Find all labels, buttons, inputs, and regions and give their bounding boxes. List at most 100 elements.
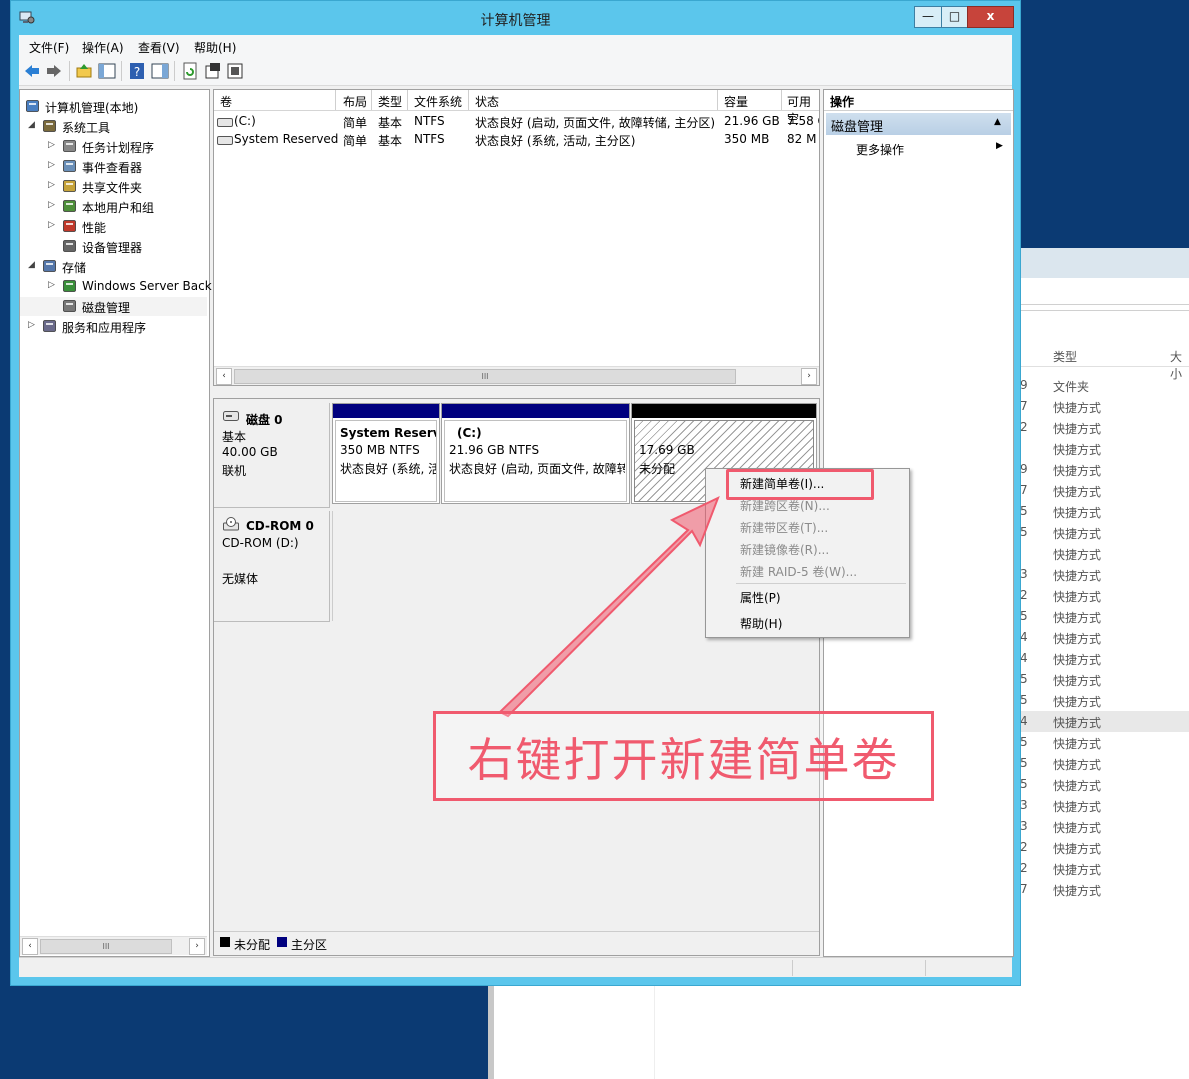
background-list-row[interactable]: 2 快捷方式 [1018, 837, 1189, 858]
tree-item[interactable]: 计算机管理(本地) [20, 97, 207, 116]
background-list-row[interactable]: 9 文件夹 [1018, 375, 1189, 396]
column-type[interactable]: 类型 [1053, 348, 1077, 365]
cdrom-header[interactable]: CD-ROM 0 CD-ROM (D:) 无媒体 [214, 511, 330, 622]
collapse-icon[interactable]: ◢ [28, 260, 37, 271]
background-column-header[interactable]: 类型 大小 [1018, 344, 1189, 381]
tree-item[interactable]: ▷ 性能 [20, 217, 207, 236]
console-tree-icon[interactable] [151, 62, 169, 80]
expand-icon[interactable]: ▷ [48, 280, 57, 291]
tree-item[interactable]: ▷ 任务计划程序 [20, 137, 207, 156]
properties-icon[interactable] [204, 62, 222, 80]
disk-settings-icon[interactable] [226, 62, 244, 80]
volume-row[interactable]: (C:) 简单 基本 NTFS 状态良好 (启动, 页面文件, 故障转储, 主分区) 21… [214, 113, 819, 131]
background-list-row[interactable]: 4 快捷方式 [1018, 627, 1189, 648]
scroll-right-arrow-icon[interactable]: › [801, 368, 817, 385]
actions-section-disk-management[interactable]: 磁盘管理 ▲ [826, 113, 1011, 135]
background-list-row[interactable]: 7 快捷方式 [1018, 396, 1189, 417]
row-size-digit: 7 [1020, 483, 1028, 497]
tree-item[interactable]: ◢ 系统工具 [20, 117, 207, 136]
menu-action[interactable]: 操作(A) [82, 39, 124, 56]
expand-icon[interactable]: ▷ [48, 140, 57, 151]
background-list-row[interactable]: 5 快捷方式 [1018, 774, 1189, 795]
col-filesystem[interactable]: 文件系统 [414, 93, 462, 110]
background-list-row[interactable]: 4 快捷方式 [1018, 648, 1189, 669]
tree-item[interactable]: ◢ 存储 [20, 257, 207, 276]
col-volume[interactable]: 卷 [220, 93, 232, 110]
scroll-left-arrow-icon[interactable]: ‹ [22, 938, 38, 955]
tree-horizontal-scrollbar[interactable]: ‹ III › [20, 936, 207, 955]
volume-cell-vol: System Reserved [234, 132, 339, 146]
more-actions-item[interactable]: 更多操作 ▶ [826, 138, 1011, 158]
unallocated-bar [632, 404, 816, 418]
close-button[interactable]: x [967, 6, 1014, 28]
row-size-digit: 5 [1020, 735, 1028, 749]
scroll-thumb[interactable]: III [234, 369, 736, 384]
background-list-row[interactable]: 5 快捷方式 [1018, 501, 1189, 522]
expand-icon[interactable]: ▷ [48, 220, 57, 231]
list-horizontal-scrollbar[interactable]: ‹ III › [214, 366, 819, 385]
maximize-button[interactable]: □ [941, 6, 968, 28]
background-list-row[interactable]: 5 快捷方式 [1018, 522, 1189, 543]
menu-file[interactable]: 文件(F) [29, 39, 69, 56]
background-list-row[interactable]: 7 快捷方式 [1018, 879, 1189, 900]
partition-system-reserved[interactable]: System Reserve 350 MB NTFS 状态良好 (系统, 活 [332, 403, 440, 504]
title-bar[interactable]: 计算机管理 — □ x [11, 1, 1020, 35]
collapse-up-icon[interactable]: ▲ [994, 117, 1001, 127]
scroll-right-arrow-icon[interactable]: › [189, 938, 205, 955]
tree-item[interactable]: 设备管理器 [20, 237, 207, 256]
col-status[interactable]: 状态 [475, 93, 499, 110]
forward-arrow-icon[interactable] [45, 62, 63, 80]
partition-size: 350 MB NTFS [340, 443, 420, 457]
background-list-row[interactable]: 3 快捷方式 [1018, 795, 1189, 816]
background-list-row[interactable]: 7 快捷方式 [1018, 480, 1189, 501]
expand-icon[interactable]: ▷ [48, 160, 57, 171]
background-list-row[interactable]: 2 快捷方式 [1018, 585, 1189, 606]
background-list-row[interactable]: 3 快捷方式 [1018, 816, 1189, 837]
help-icon[interactable]: ? [128, 62, 146, 80]
tree-item[interactable]: ▷ 事件查看器 [20, 157, 207, 176]
background-list-row[interactable]: 5 快捷方式 [1018, 669, 1189, 690]
menu-view[interactable]: 查看(V) [138, 39, 180, 56]
tree-item[interactable]: ▷ 本地用户和组 [20, 197, 207, 216]
tree-item[interactable]: ▷ 服务和应用程序 [20, 317, 207, 336]
col-capacity[interactable]: 容量 [724, 93, 748, 110]
disk-0-header[interactable]: 磁盘 0 基本 40.00 GB 联机 [214, 403, 330, 508]
scroll-left-arrow-icon[interactable]: ‹ [216, 368, 232, 385]
volume-cell-fs: NTFS [414, 132, 445, 146]
background-list-row[interactable]: 快捷方式 [1018, 438, 1189, 459]
tree-item[interactable]: ▷ Windows Server Back [20, 277, 212, 296]
scroll-thumb[interactable]: III [40, 939, 172, 954]
background-list-row[interactable]: 2 快捷方式 [1018, 858, 1189, 879]
legend-unallocated-label: 未分配 [234, 938, 271, 952]
background-list-row[interactable]: 4 快捷方式 [1018, 711, 1189, 732]
tree-item-label: 服务和应用程序 [62, 321, 147, 335]
background-list-row[interactable]: 9 快捷方式 [1018, 459, 1189, 480]
up-folder-icon[interactable] [75, 62, 93, 80]
partition-c[interactable]: (C:) 21.96 GB NTFS 状态良好 (启动, 页面文件, 故障转 [441, 403, 630, 504]
background-list-row[interactable]: 5 快捷方式 [1018, 753, 1189, 774]
background-list-row[interactable]: 5 快捷方式 [1018, 690, 1189, 711]
row-size-digit: 3 [1020, 819, 1028, 833]
menu-help[interactable]: 帮助(H) [194, 39, 236, 56]
collapse-icon[interactable]: ◢ [28, 120, 37, 131]
tree-item[interactable]: ▷ 共享文件夹 [20, 177, 207, 196]
background-list-row[interactable]: 快捷方式 [1018, 543, 1189, 564]
expand-icon[interactable]: ▷ [28, 320, 37, 331]
back-arrow-icon[interactable] [23, 62, 41, 80]
background-list-row[interactable]: 5 快捷方式 [1018, 732, 1189, 753]
primary-partition-bar [333, 404, 439, 418]
context-menu-item[interactable]: 帮助(H) [740, 615, 782, 632]
volume-row[interactable]: System Reserved 简单 基本 NTFS 状态良好 (系统, 活动, 主分区… [214, 131, 819, 149]
context-menu-item[interactable]: 属性(P) [740, 589, 781, 606]
background-list-row[interactable]: 2 快捷方式 [1018, 417, 1189, 438]
background-list-row[interactable]: 3 快捷方式 [1018, 564, 1189, 585]
expand-icon[interactable]: ▷ [48, 180, 57, 191]
show-hide-tree-icon[interactable] [98, 62, 116, 80]
col-type[interactable]: 类型 [378, 93, 402, 110]
background-list-row[interactable]: 5 快捷方式 [1018, 606, 1189, 627]
refresh-icon[interactable] [181, 62, 199, 80]
tree-item[interactable]: 磁盘管理 [20, 297, 207, 316]
col-layout[interactable]: 布局 [343, 93, 367, 110]
minimize-button[interactable]: — [914, 6, 942, 28]
expand-icon[interactable]: ▷ [48, 200, 57, 211]
